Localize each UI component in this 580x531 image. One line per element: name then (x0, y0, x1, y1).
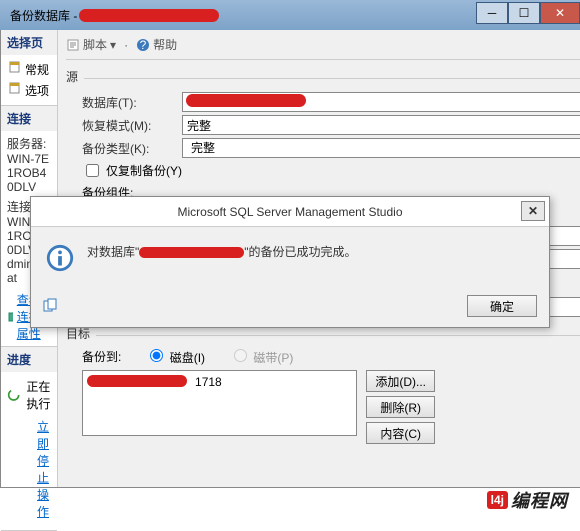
copy-icon[interactable] (43, 298, 59, 315)
destination-entry: 1718 (195, 375, 222, 389)
copy-only-checkbox[interactable] (86, 164, 99, 177)
properties-icon (7, 311, 13, 323)
page-icon (9, 82, 21, 94)
database-label: 数据库(T): (82, 94, 182, 111)
redacted-title (79, 9, 219, 22)
script-icon (66, 38, 80, 52)
select-page-header: 选择页 (1, 30, 57, 55)
maximize-button[interactable]: ☐ (508, 2, 540, 24)
server-value: WIN-7E1ROB40DLV (7, 152, 51, 194)
backup-type-label: 备份类型(K): (82, 140, 182, 157)
sidebar-label-options: 选项 (25, 84, 49, 98)
dialog-titlebar: Microsoft SQL Server Management Studio ✕ (31, 197, 549, 227)
svg-text:?: ? (140, 38, 147, 52)
add-button[interactable]: 添加(D)... (366, 370, 435, 392)
close-button[interactable]: ✕ (540, 2, 580, 24)
watermark-logo-icon: l4j (487, 491, 508, 509)
sidebar-label-general: 常规 (25, 63, 49, 77)
backup-to-label: 备份到: (82, 348, 121, 365)
stop-operation-link[interactable]: 立即停止操作 (37, 420, 49, 519)
destination-listbox[interactable]: 1718 (82, 370, 357, 436)
script-button[interactable]: 脚本 ▾ (66, 36, 116, 53)
copy-only-label: 仅复制备份(Y) (106, 162, 182, 179)
progress-spinner-icon (7, 382, 20, 408)
sidebar-item-general[interactable]: 常规 (7, 59, 51, 80)
redacted-dbname (186, 94, 306, 107)
watermark-text: 编程网 (511, 487, 568, 513)
backup-type-select[interactable]: 完整 (182, 138, 580, 158)
connection-header: 连接 (1, 106, 57, 131)
help-button[interactable]: ? 帮助 (136, 36, 177, 53)
dialog-message: 对数据库""的备份已成功完成。 (87, 243, 535, 260)
minimize-button[interactable]: ─ (476, 2, 508, 24)
content-button[interactable]: 内容(C) (366, 422, 435, 444)
dialog-close-button[interactable]: ✕ (521, 201, 545, 221)
tape-radio (234, 349, 247, 362)
tape-label: 磁带(P) (253, 351, 293, 365)
content-toolbar: 脚本 ▾ · ? 帮助 (66, 36, 580, 60)
message-dialog: Microsoft SQL Server Management Studio ✕… (30, 196, 550, 328)
window-title: 备份数据库 - (10, 7, 77, 24)
redacted-path (87, 375, 187, 387)
progress-text: 正在执行 (26, 378, 51, 412)
watermark: l4j 编程网 (487, 487, 568, 513)
ok-button[interactable]: 确定 (467, 295, 537, 317)
page-icon (9, 61, 21, 73)
info-icon (45, 243, 75, 273)
window-titlebar: 备份数据库 - ─ ☐ ✕ (0, 0, 580, 30)
redacted-msg-dbname (139, 247, 244, 258)
dialog-title: Microsoft SQL Server Management Studio (178, 205, 403, 219)
source-group-header: 源 (66, 68, 78, 85)
sidebar-item-options[interactable]: 选项 (7, 80, 51, 101)
recovery-value (182, 115, 580, 135)
disk-radio[interactable] (150, 349, 163, 362)
help-icon: ? (136, 38, 150, 52)
window-buttons: ─ ☐ ✕ (476, 6, 580, 24)
progress-header: 进度 (1, 347, 57, 372)
recovery-label: 恢复模式(M): (82, 117, 182, 134)
disk-label: 磁盘(I) (170, 351, 205, 365)
remove-button[interactable]: 删除(R) (366, 396, 435, 418)
server-label: 服务器: (7, 135, 51, 152)
